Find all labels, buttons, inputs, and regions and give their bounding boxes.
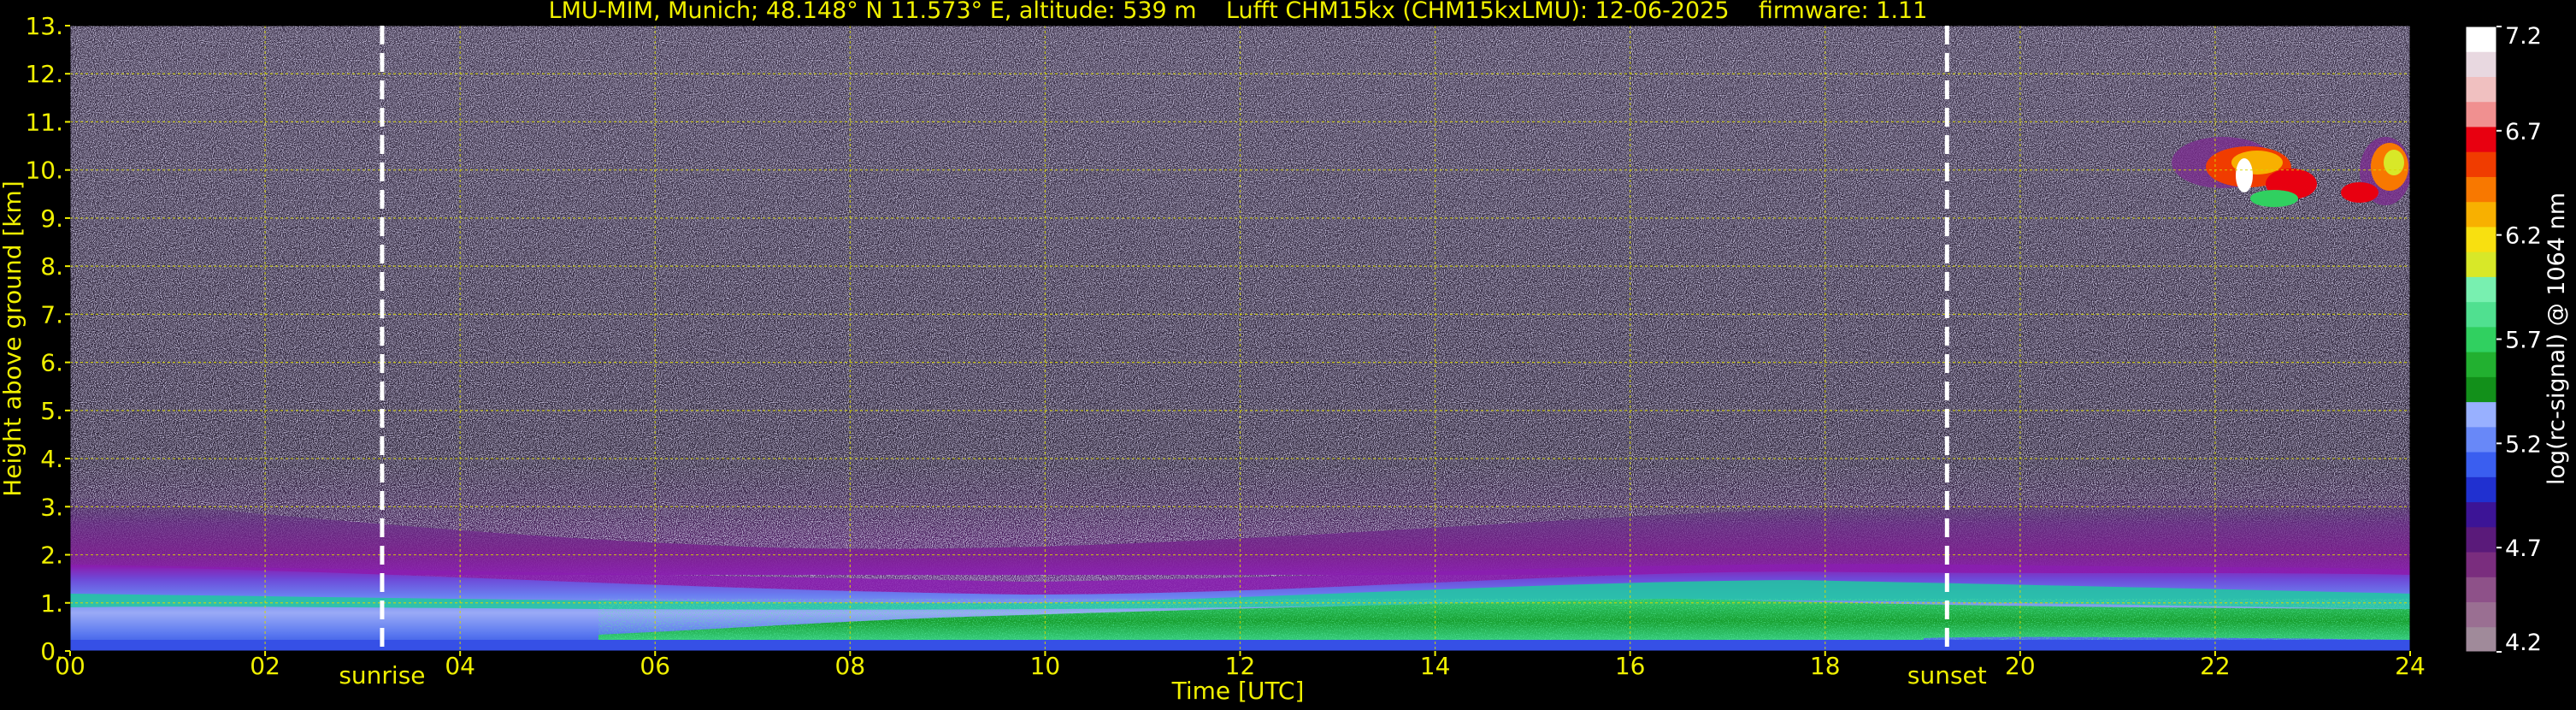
colorbar-segment: [2466, 176, 2496, 203]
colorbar-segment: [2466, 251, 2496, 277]
colorbar-tick-label: 5.2: [2505, 431, 2542, 458]
colorbar-segment: [2466, 151, 2496, 177]
colorbar-segment: [2466, 601, 2496, 628]
cirrus-cloud-1-tail: [2250, 190, 2298, 207]
colorbar-segment: [2466, 27, 2496, 52]
colorbar-ticks: 4.2 4.7 5.2 5.7 6.2 6.7 7.2: [2496, 23, 2542, 656]
y-tick-label: 3.: [40, 493, 63, 521]
y-tick-label: 8.: [40, 252, 63, 281]
chart-title: LMU-MIM, Munich; 48.148° N 11.573° E, al…: [549, 0, 1928, 24]
x-tick-label: 08: [835, 652, 866, 680]
y-tick-label: 6.: [40, 349, 63, 377]
convective-noise: [598, 599, 2410, 643]
cirrus-cloud-3: [2341, 182, 2379, 203]
cirrus-cloud-2-peak: [2384, 150, 2404, 175]
x-tick-label: 02: [250, 652, 280, 680]
colorbar-tick-label: 4.7: [2505, 535, 2542, 562]
colorbar-segment: [2466, 426, 2496, 453]
colorbar-segment: [2466, 401, 2496, 428]
colorbar-segment: [2466, 51, 2496, 77]
colorbar-segment: [2466, 626, 2496, 653]
colorbar-tick-label: 7.2: [2505, 23, 2542, 50]
colorbar-segment: [2466, 476, 2496, 503]
colorbar-segment: [2466, 352, 2496, 377]
colorbar-segment: [2466, 526, 2496, 553]
surface-layer: [70, 640, 2410, 651]
colorbar: [2465, 26, 2497, 653]
colorbar-segment: [2466, 501, 2496, 528]
colorbar-segment: [2466, 276, 2496, 303]
x-tick-label: 06: [640, 652, 670, 680]
ceilometer-plot: sunrise sunset 00 02 04 06 08 10 12 14 16 18 20 22 24…: [0, 0, 2576, 707]
cirrus-cloud-1-max: [2236, 158, 2253, 192]
y-axis-label: Height above ground [km]: [0, 180, 27, 497]
y-tick-label: 9.: [40, 204, 63, 233]
chart-svg: sunrise sunset 00 02 04 06 08 10 12 14 16 18 20 22 24…: [0, 0, 2570, 705]
x-tick-label: 22: [2200, 652, 2231, 680]
x-tick-label: 10: [1030, 652, 1061, 680]
y-tick-label: 11.: [25, 108, 63, 136]
y-tick-label: 1.: [40, 589, 63, 618]
y-tick-label: 13.: [25, 12, 63, 40]
colorbar-tick-label: 6.7: [2505, 119, 2542, 145]
colorbar-segment: [2466, 101, 2496, 127]
y-tick-label: 7.: [40, 300, 63, 328]
colorbar-segment: [2466, 552, 2496, 577]
x-tick-label: 20: [2005, 652, 2036, 680]
colorbar-segment: [2466, 201, 2496, 228]
y-axis-ticks: 0. 1. 2. 3. 4. 5. 6. 7. 8. 9. 10. 11. 12. 13.: [25, 12, 70, 666]
colorbar-segment: [2466, 452, 2496, 477]
colorbar-segment: [2466, 301, 2496, 328]
y-tick-label: 2.: [40, 541, 63, 570]
event-label-sunset: sunset: [1907, 661, 1987, 689]
colorbar-segment: [2466, 577, 2496, 603]
colorbar-segment: [2466, 76, 2496, 103]
colorbar-tick-label: 4.2: [2505, 630, 2542, 656]
colorbar-label: log(rc-signal) @ 1064 nm: [2544, 192, 2570, 485]
colorbar-segment: [2466, 376, 2496, 403]
x-tick-label: 04: [445, 652, 475, 680]
y-tick-label: 4.: [40, 445, 63, 473]
colorbar-segment: [2466, 326, 2496, 352]
y-tick-label: 12.: [25, 60, 63, 88]
y-tick-label: 5.: [40, 397, 63, 425]
x-tick-label: 18: [1810, 652, 1841, 680]
colorbar-segment: [2466, 126, 2496, 152]
colorbar-segment: [2466, 226, 2496, 252]
x-axis-label: Time [UTC]: [1171, 677, 1305, 705]
x-tick-label: 16: [1615, 652, 1646, 680]
y-tick-label: 0.: [40, 637, 63, 666]
x-tick-label: 14: [1420, 652, 1451, 680]
colorbar-tick-label: 6.2: [2505, 223, 2542, 250]
colorbar-tick-label: 5.7: [2505, 328, 2542, 354]
y-tick-label: 10.: [25, 157, 63, 185]
x-tick-label: 24: [2395, 652, 2426, 680]
event-label-sunrise: sunrise: [339, 661, 425, 689]
